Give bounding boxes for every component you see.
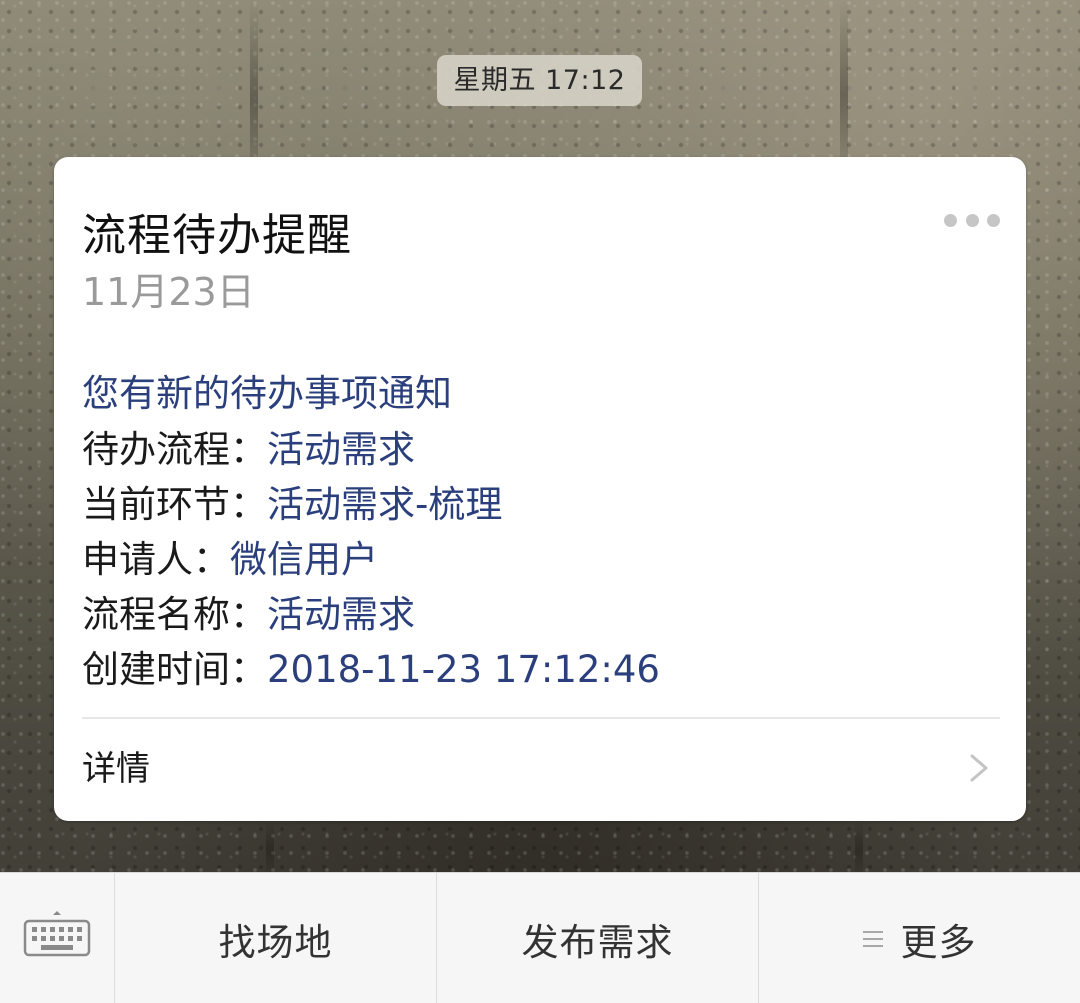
field-row-applicant: 申请人：微信用户	[82, 529, 378, 583]
menu-find-venue[interactable]: 找场地	[115, 873, 437, 1003]
field-label: 申请人：	[82, 538, 230, 581]
menu-publish-request[interactable]: 发布需求	[437, 873, 759, 1003]
field-value: 2018-11-23 17:12:46	[267, 648, 660, 691]
field-value: 活动需求-梳理	[267, 483, 503, 526]
field-row-created-time: 创建时间：2018-11-23 17:12:46	[82, 639, 660, 693]
template-message-card[interactable]: 流程待办提醒 11月23日 您有新的待办事项通知 待办流程：活动需求 当前环节：…	[54, 157, 1026, 821]
notice-text: 您有新的待办事项通知	[82, 372, 452, 415]
menu-label: 更多	[900, 920, 977, 964]
card-title: 流程待办提醒	[82, 210, 352, 261]
message-timestamp: 星期五 17:12	[437, 55, 642, 106]
rain-streak	[266, 820, 274, 880]
field-value: 微信用户	[230, 538, 378, 581]
field-row-current-step: 当前环节：活动需求-梳理	[82, 474, 502, 528]
field-label: 待办流程：	[82, 428, 267, 471]
menu-label: 找场地	[218, 920, 333, 964]
menu-more[interactable]: 更多	[759, 873, 1080, 1003]
rain-streak	[855, 820, 863, 880]
menu-lines-icon	[862, 930, 883, 947]
keyboard-toggle-button[interactable]	[0, 873, 115, 1003]
chat-screen: 星期五 17:12 流程待办提醒 11月23日 您有新的待办事项通知 待办流程：…	[0, 0, 1080, 1003]
detail-label: 详情	[82, 749, 150, 789]
card-date: 11月23日	[82, 270, 255, 314]
field-label: 当前环节：	[82, 483, 267, 526]
more-dots-icon[interactable]	[944, 213, 1000, 227]
field-label: 创建时间：	[82, 648, 267, 691]
field-value: 活动需求	[267, 428, 415, 471]
bottom-menu-bar: 找场地 发布需求 更多	[0, 872, 1080, 1003]
field-label: 流程名称：	[82, 593, 267, 636]
field-value: 活动需求	[267, 593, 415, 636]
field-row-pending-process: 待办流程：活动需求	[82, 419, 415, 473]
chevron-right-icon	[970, 754, 988, 782]
keyboard-icon	[23, 911, 91, 957]
field-row-process-name: 流程名称：活动需求	[82, 584, 415, 638]
detail-link[interactable]: 详情	[54, 719, 1026, 821]
menu-label: 发布需求	[521, 920, 674, 964]
